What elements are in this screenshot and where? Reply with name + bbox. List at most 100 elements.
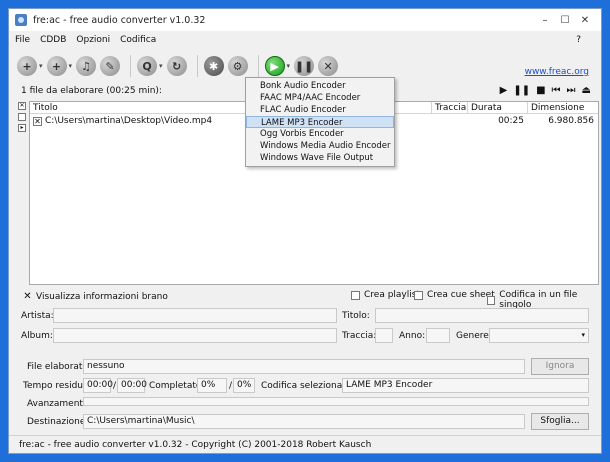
- toggle-selection-icon[interactable]: ▸: [18, 124, 26, 132]
- toolbar-separator: [196, 55, 198, 77]
- completed-total-value: 0%: [233, 378, 255, 393]
- add-disc-dropdown-icon[interactable]: ▾: [69, 62, 73, 70]
- pause-icon[interactable]: ❚❚: [294, 56, 315, 76]
- stop-player-icon[interactable]: ■: [536, 85, 545, 96]
- configuration-icon[interactable]: ✱: [203, 56, 224, 76]
- track-input[interactable]: [375, 328, 393, 343]
- column-track[interactable]: Traccia: [432, 102, 468, 113]
- single-file-option[interactable]: Codifica in un file singolo: [487, 290, 601, 310]
- menu-file[interactable]: File: [15, 35, 30, 45]
- app-window: fre:ac - free audio converter v1.0.32 – …: [8, 8, 602, 454]
- stop-icon[interactable]: ✕: [318, 56, 339, 76]
- player-controls: ▶ ❚❚ ■ ⏮ ⏭ ⏏: [500, 85, 591, 96]
- skip-button[interactable]: Ignora: [531, 358, 589, 375]
- create-cuesheet-label: Crea cue sheet: [427, 290, 495, 300]
- start-encoding-icon[interactable]: ▶: [264, 56, 285, 76]
- title-input[interactable]: [375, 308, 589, 323]
- menu-encode[interactable]: Codifica: [120, 35, 156, 45]
- browse-button[interactable]: Sfoglia...: [531, 413, 589, 430]
- select-all-icon[interactable]: ✕: [18, 102, 26, 110]
- chevron-down-icon: ▾: [581, 331, 585, 339]
- title-label: Titolo:: [342, 311, 370, 321]
- destination-input[interactable]: C:\Users\martina\Music\: [83, 414, 525, 429]
- menu-cddb[interactable]: CDDB: [40, 35, 66, 45]
- remaining-time-label: Tempo residuo:: [23, 381, 92, 391]
- menu-options[interactable]: Opzioni: [76, 35, 110, 45]
- settings-icon[interactable]: ⚙: [227, 56, 248, 76]
- cddb-dropdown-icon[interactable]: ▾: [159, 62, 163, 70]
- selected-encoder-label: Codifica selezionata:: [261, 381, 355, 391]
- encoder-menu-item[interactable]: Ogg Vorbis Encoder: [246, 128, 394, 140]
- select-none-icon[interactable]: [18, 113, 26, 121]
- encoder-menu-item[interactable]: Bonk Audio Encoder: [246, 80, 394, 92]
- remaining-time-value: 00:00: [83, 378, 113, 393]
- genre-select[interactable]: ▾: [489, 328, 589, 343]
- cddb-submit-icon[interactable]: ↻: [166, 56, 187, 76]
- previous-icon[interactable]: ⏮: [552, 85, 561, 96]
- eject-icon[interactable]: ⏏: [582, 85, 591, 96]
- encoder-menu-item[interactable]: FAAC MP4/AAC Encoder: [246, 92, 394, 104]
- toolbar-separator: [257, 55, 259, 77]
- create-playlist-label: Crea playlist: [364, 290, 420, 300]
- album-label: Album:: [21, 331, 53, 341]
- music-icon[interactable]: ♫: [76, 56, 97, 76]
- pause-player-icon[interactable]: ❚❚: [513, 85, 530, 96]
- file-count-label: 1 file da elaborare (00:25 min):: [21, 86, 162, 96]
- maximize-button[interactable]: ☐: [555, 9, 575, 31]
- freac-website-link[interactable]: www.freac.org: [525, 67, 589, 77]
- show-info-label: Visualizza informazioni brano: [36, 292, 168, 302]
- add-disc-icon[interactable]: +: [46, 56, 67, 76]
- cddb-query-icon[interactable]: Q: [137, 56, 158, 76]
- column-size[interactable]: Dimensione: [528, 102, 598, 113]
- album-input[interactable]: [53, 328, 337, 343]
- encoder-dropdown-icon[interactable]: ▾: [287, 62, 291, 70]
- play-icon[interactable]: ▶: [500, 85, 508, 96]
- menu-help[interactable]: ?: [576, 35, 581, 45]
- status-bar: fre:ac - free audio converter v1.0.32 - …: [9, 435, 601, 453]
- track-label: Traccia:: [342, 331, 377, 341]
- title-bar: fre:ac - free audio converter v1.0.32 – …: [9, 9, 601, 31]
- remaining-time-separator: /: [113, 381, 117, 391]
- window-title: fre:ac - free audio converter v1.0.32: [33, 14, 206, 26]
- encoder-menu-item[interactable]: Windows Wave File Output: [246, 152, 394, 164]
- create-playlist-option[interactable]: Crea playlist: [351, 290, 420, 300]
- add-files-icon[interactable]: +: [17, 56, 37, 76]
- progress-bar: [83, 397, 589, 406]
- destination-label: Destinazione:: [27, 417, 89, 427]
- encoder-menu-item-selected[interactable]: LAME MP3 Encoder: [246, 116, 394, 128]
- row-title: C:\Users\martina\Desktop\Video.mp4: [45, 116, 213, 126]
- app-icon: [15, 14, 27, 26]
- processed-file-label: File elaborato:: [27, 362, 91, 372]
- single-file-label: Codifica in un file singolo: [499, 290, 578, 310]
- create-cuesheet-checkbox[interactable]: [414, 290, 423, 300]
- year-label: Anno:: [399, 331, 426, 341]
- edit-tags-icon[interactable]: ✎: [100, 56, 121, 76]
- create-cuesheet-option[interactable]: Crea cue sheet: [414, 290, 495, 300]
- year-input[interactable]: [426, 328, 450, 343]
- total-time-value: 00:00: [117, 378, 147, 393]
- row-checkbox[interactable]: ✕: [33, 116, 42, 126]
- processed-file-value: nessuno: [83, 359, 525, 374]
- next-icon[interactable]: ⏭: [567, 85, 576, 96]
- column-duration[interactable]: Durata: [468, 102, 528, 113]
- toolbar-separator: [130, 55, 132, 77]
- selected-encoder-value: LAME MP3 Encoder: [342, 378, 589, 393]
- single-file-checkbox[interactable]: [487, 295, 496, 305]
- row-size: 6.980.856: [548, 116, 594, 126]
- encoder-menu-item[interactable]: FLAC Audio Encoder: [246, 104, 394, 116]
- encoder-menu-item[interactable]: Windows Media Audio Encoder: [246, 140, 394, 152]
- minimize-button[interactable]: –: [535, 9, 555, 31]
- row-duration: 00:25: [498, 116, 524, 126]
- show-info-checkbox[interactable]: ✕: [23, 291, 32, 302]
- close-button[interactable]: ✕: [575, 9, 595, 31]
- completed-separator: /: [229, 381, 233, 391]
- encoder-menu: Bonk Audio Encoder FAAC MP4/AAC Encoder …: [245, 77, 395, 167]
- add-files-dropdown-icon[interactable]: ▾: [39, 62, 43, 70]
- genre-label: Genere:: [456, 331, 492, 341]
- show-info-option[interactable]: ✕ Visualizza informazioni brano: [23, 291, 168, 302]
- artist-label: Artista:: [21, 311, 54, 321]
- menu-bar: File CDDB Opzioni Codifica ?: [9, 32, 601, 48]
- progress-label: Avanzamento:: [27, 399, 92, 409]
- create-playlist-checkbox[interactable]: [351, 290, 360, 300]
- artist-input[interactable]: [53, 308, 337, 323]
